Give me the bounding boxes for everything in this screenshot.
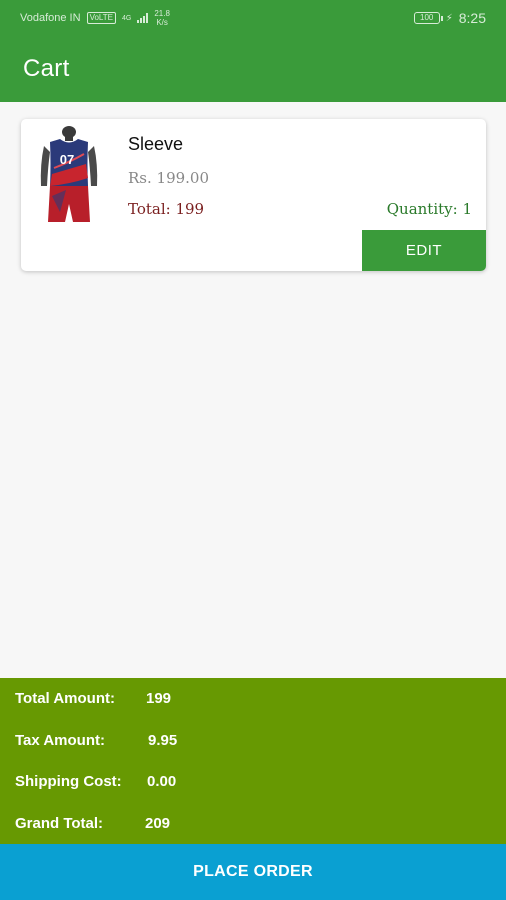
product-price: Rs. 199.00 xyxy=(128,169,210,187)
place-order-button[interactable]: PLACE ORDER xyxy=(0,844,506,900)
tax-amount-label: Tax Amount: xyxy=(15,732,105,749)
net-speed-unit: K/s xyxy=(156,18,168,27)
net-speed-value: 21.8 xyxy=(154,9,170,18)
network-type: 4G xyxy=(121,14,132,22)
page-title: Cart xyxy=(23,55,70,82)
jersey-number: 07 xyxy=(60,152,74,167)
shipping-cost-value: 0.00 xyxy=(147,773,177,790)
battery-icon: 100 xyxy=(413,12,443,24)
status-bar: Vodafone IN VoLTE 4G 21.8 K/s 100 ⚡ 8:25 xyxy=(0,0,506,36)
carrier-name: Vodafone IN xyxy=(20,12,81,24)
item-total: Total: 199 xyxy=(128,200,205,218)
order-summary: Total Amount: 199 Tax Amount: 9.95 Shipp… xyxy=(0,678,506,844)
grand-total-value: 209 xyxy=(145,815,171,832)
total-amount-row: Total Amount: 199 xyxy=(15,690,171,707)
shipping-cost-label: Shipping Cost: xyxy=(15,773,122,790)
total-amount-value: 199 xyxy=(146,690,172,707)
edit-button[interactable]: EDIT xyxy=(362,230,486,271)
signal-icon xyxy=(137,13,149,23)
tax-amount-value: 9.95 xyxy=(148,732,178,749)
product-image: 07 xyxy=(40,126,98,222)
volte-badge: VoLTE xyxy=(86,12,116,24)
tax-amount-row: Tax Amount: 9.95 xyxy=(15,732,177,749)
grand-total-row: Grand Total: 209 xyxy=(15,815,170,832)
product-name: Sleeve xyxy=(128,134,184,154)
app-bar: Cart xyxy=(0,36,506,102)
cart-item-card: 07 Sleeve Rs. 199.00 Total: 199 Quantity… xyxy=(21,119,486,271)
net-speed: 21.8 K/s xyxy=(154,9,170,27)
clock: 8:25 xyxy=(458,10,486,26)
total-amount-label: Total Amount: xyxy=(15,690,115,707)
status-right: 100 ⚡ 8:25 xyxy=(413,10,486,26)
grand-total-label: Grand Total: xyxy=(15,815,104,832)
item-quantity: Quantity: 1 xyxy=(386,200,472,218)
charging-icon: ⚡ xyxy=(445,12,453,24)
shipping-cost-row: Shipping Cost: 0.00 xyxy=(15,773,176,790)
status-left: Vodafone IN VoLTE 4G 21.8 K/s xyxy=(20,9,170,27)
